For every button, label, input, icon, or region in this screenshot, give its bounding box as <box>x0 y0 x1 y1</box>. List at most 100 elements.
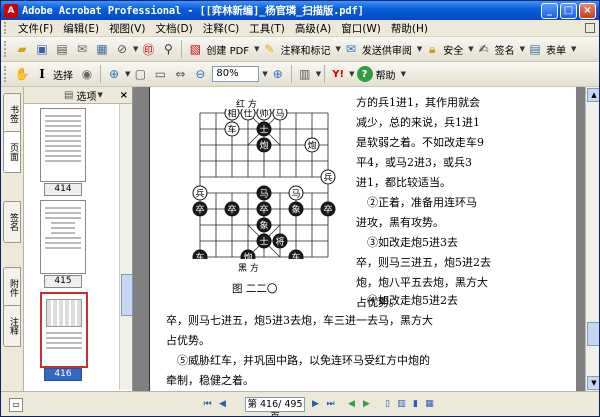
tab-comments[interactable]: 注释 <box>3 305 21 347</box>
scroll-down-icon[interactable]: ▼ <box>587 376 599 390</box>
text-line: 占优势。 <box>166 334 210 347</box>
page-number-field[interactable]: 第 416/ 495 页 <box>245 397 305 416</box>
document-scroll-thumb[interactable] <box>587 322 599 346</box>
zoom-out-icon[interactable]: ⊖ <box>192 66 208 82</box>
continuous-icon[interactable]: ▥ <box>395 398 408 410</box>
zoom-tool-dropdown-icon[interactable]: ▼ <box>125 70 130 78</box>
forms-button[interactable]: 表单 <box>546 42 566 57</box>
open-folder-icon[interactable]: ▰ <box>14 41 30 57</box>
comment-markup-button[interactable]: 注释和标记 <box>280 42 330 57</box>
close-panel-icon[interactable]: × <box>120 90 128 101</box>
panel-options-icon[interactable]: ▤ <box>64 90 73 101</box>
comment-icon[interactable]: ✎ <box>261 41 277 57</box>
menu-tools[interactable]: 工具(T) <box>244 21 290 36</box>
menu-advanced[interactable]: 高级(A) <box>290 21 336 36</box>
previous-page-icon[interactable]: ◀ <box>216 398 229 410</box>
menu-edit[interactable]: 编辑(E) <box>58 21 104 36</box>
help-button[interactable]: 帮助 <box>376 67 396 82</box>
menu-comments[interactable]: 注释(C) <box>198 21 245 36</box>
create-pdf-icon[interactable]: ▧ <box>187 41 203 57</box>
print-icon[interactable]: ▤ <box>54 41 70 57</box>
menu-document[interactable]: 文档(D) <box>150 21 197 36</box>
organizer-icon[interactable]: ▦ <box>94 41 110 57</box>
select-tool-icon[interactable]: I <box>34 66 50 82</box>
thumbnail-label-selected[interactable]: 416 <box>44 368 82 381</box>
close-button[interactable]: × <box>579 3 596 19</box>
continuous-facing-icon[interactable]: ▦ <box>423 398 436 410</box>
thumbnail-label[interactable]: 414 <box>44 183 82 196</box>
minimize-button[interactable]: _ <box>541 3 558 19</box>
text-line: 卒，则马三进五，炮5进2去 <box>356 256 491 269</box>
zoom-dropdown-icon[interactable]: ▼ <box>262 70 267 78</box>
options-menu[interactable]: 选项 <box>76 88 96 103</box>
snapshot-icon[interactable]: ◉ <box>79 66 95 82</box>
send-review-dropdown-icon[interactable]: ▼ <box>417 45 422 53</box>
previous-view-icon[interactable]: ◀ <box>345 398 358 410</box>
tab-pages[interactable]: 页面 <box>3 131 21 173</box>
maximize-button[interactable]: □ <box>560 3 577 19</box>
first-page-icon[interactable]: ⏮ <box>201 398 214 410</box>
attach-icon[interactable]: ⊘ <box>114 41 130 57</box>
sign-icon[interactable]: ✍ <box>476 41 492 57</box>
thumbnail-scroll-thumb[interactable] <box>121 274 133 316</box>
page-layout-dropdown-icon[interactable]: ▼ <box>316 70 321 78</box>
xiangqi-piece: 卒 <box>192 201 208 217</box>
tab-bookmarks[interactable]: 书签 <box>3 93 21 135</box>
save-icon[interactable]: ▣ <box>34 41 50 57</box>
send-review-icon[interactable]: ✉ <box>343 41 359 57</box>
toolbar-grip[interactable] <box>4 41 9 57</box>
last-page-icon[interactable]: ⏭ <box>324 398 337 410</box>
acrobat-app-icon[interactable]: A <box>4 3 18 18</box>
facing-icon[interactable]: ▮ <box>409 398 422 410</box>
zoom-in-plus-icon[interactable]: ⊕ <box>270 66 286 82</box>
security-button[interactable]: 安全 <box>443 42 463 57</box>
actual-size-icon[interactable]: ▢ <box>132 66 148 82</box>
attach-dropdown-icon[interactable]: ▼ <box>133 45 138 53</box>
tab-signatures[interactable]: 签名 <box>3 201 21 243</box>
hand-tool-icon[interactable]: ✋ <box>14 66 30 82</box>
help-icon[interactable]: ? <box>356 66 373 82</box>
single-page-icon[interactable]: ▯ <box>381 398 394 410</box>
tab-attachments[interactable]: 附件 <box>3 267 21 309</box>
find-icon[interactable]: ⚲ <box>160 41 176 57</box>
send-review-button[interactable]: 发送供审阅 <box>362 42 412 57</box>
thumbnail-page-414[interactable] <box>40 108 86 182</box>
fit-width-icon[interactable]: ⇔ <box>172 66 188 82</box>
lock-icon[interactable]: 🔒︎ <box>424 41 440 57</box>
select-tool-button[interactable]: 选择 <box>53 67 73 82</box>
thumbnail-page-415[interactable] <box>40 200 86 274</box>
help-dropdown-icon[interactable]: ▼ <box>401 70 406 78</box>
yahoo-dropdown-icon[interactable]: ▼ <box>349 70 354 78</box>
create-pdf-dropdown-icon[interactable]: ▼ <box>254 45 259 53</box>
next-view-icon[interactable]: ▶ <box>360 398 373 410</box>
menu-help[interactable]: 帮助(H) <box>386 21 433 36</box>
fit-page-icon[interactable]: ▭ <box>152 66 168 82</box>
document-scrollbar[interactable]: ▲ ▼ <box>585 87 599 391</box>
sign-dropdown-icon[interactable]: ▼ <box>520 45 525 53</box>
create-pdf-button[interactable]: 创建 PDF <box>206 42 249 57</box>
yahoo-icon[interactable]: Y! <box>330 66 346 82</box>
thumbnail-scrollbar[interactable] <box>119 104 133 390</box>
toolbar-grip[interactable] <box>4 66 9 82</box>
document-close-box[interactable] <box>585 23 595 33</box>
menu-file[interactable]: 文件(F) <box>13 21 58 36</box>
page-layout-icon[interactable]: ▥ <box>297 66 313 82</box>
menu-view[interactable]: 视图(V) <box>104 21 150 36</box>
comment-dropdown-icon[interactable]: ▼ <box>335 45 340 53</box>
security-dropdown-icon[interactable]: ▼ <box>468 45 473 53</box>
forms-icon[interactable]: ▤ <box>527 41 543 57</box>
scroll-up-icon[interactable]: ▲ <box>587 88 599 102</box>
zoom-level-field[interactable]: 80% <box>212 66 260 82</box>
next-page-icon[interactable]: ▶ <box>309 398 322 410</box>
thumbnail-label[interactable]: 415 <box>44 275 82 288</box>
menubar-grip[interactable] <box>4 22 9 34</box>
stamp-icon[interactable]: ㊞ <box>140 41 156 57</box>
forms-dropdown-icon[interactable]: ▼ <box>571 45 576 53</box>
zoom-in-icon[interactable]: ⊕ <box>106 66 122 82</box>
email-icon[interactable]: ✉ <box>74 41 90 57</box>
menu-window[interactable]: 窗口(W) <box>336 21 386 36</box>
thumbnail-page-416-selected[interactable] <box>40 292 88 368</box>
sign-button[interactable]: 签名 <box>495 42 515 57</box>
options-dropdown-icon[interactable]: ▼ <box>97 91 102 99</box>
page-size-icon[interactable]: ▭ <box>9 398 23 412</box>
